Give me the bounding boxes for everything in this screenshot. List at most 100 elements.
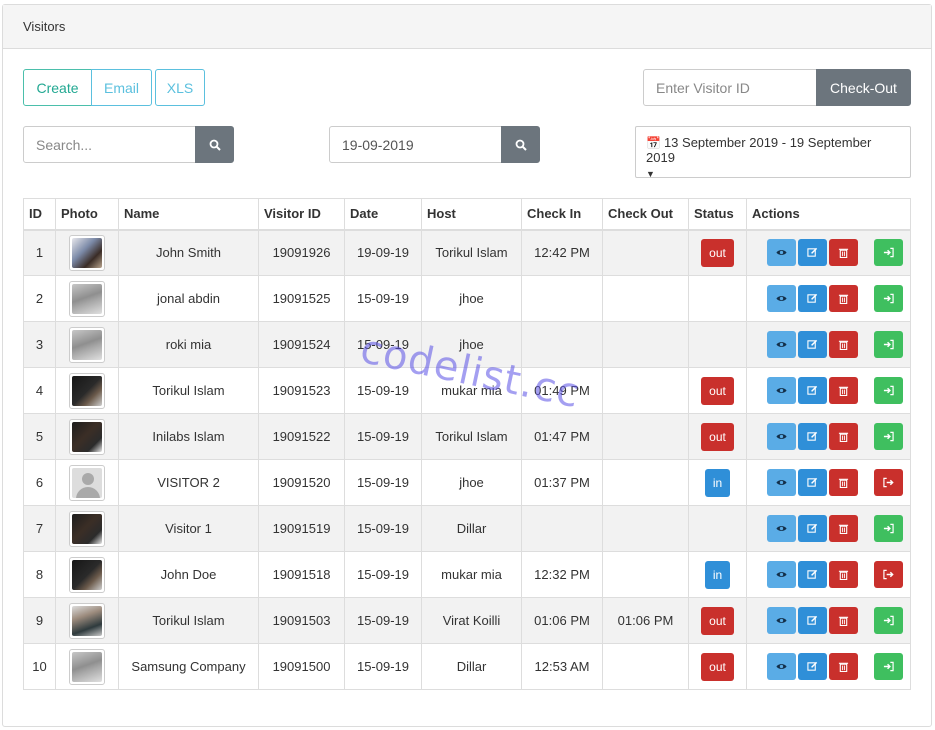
edit-button[interactable] <box>798 515 827 542</box>
edit-button[interactable] <box>798 607 827 634</box>
cell-actions <box>746 551 911 598</box>
cell-name: John Doe <box>118 551 259 598</box>
visitor-photo[interactable] <box>69 326 105 363</box>
delete-button[interactable] <box>829 377 858 404</box>
table-row: 5 Inilabs Islam 19091522 15-09-19 Torikul Is… <box>23 413 911 460</box>
edit-button[interactable] <box>798 377 827 404</box>
visitor-photo[interactable] <box>69 372 105 409</box>
cell-status <box>688 275 747 322</box>
delete-button[interactable] <box>829 607 858 634</box>
xls-button[interactable]: XLS <box>155 69 205 106</box>
eye-icon <box>776 293 787 304</box>
cell-photo <box>55 551 119 598</box>
cell-name: Torikul Islam <box>118 597 259 644</box>
delete-button[interactable] <box>829 239 858 267</box>
view-button[interactable] <box>767 653 796 680</box>
delete-button[interactable] <box>829 285 858 312</box>
edit-button[interactable] <box>798 423 827 450</box>
edit-button[interactable] <box>798 469 827 496</box>
date-search-button[interactable] <box>501 126 540 163</box>
trash-icon <box>838 339 849 350</box>
visitor-photo[interactable] <box>69 602 105 639</box>
check-in-action-button[interactable] <box>874 607 903 634</box>
trash-icon <box>838 477 849 488</box>
sign-out-icon <box>883 569 894 580</box>
view-button[interactable] <box>767 239 796 267</box>
check-in-action-button[interactable] <box>874 377 903 404</box>
cell-id: 10 <box>23 643 56 690</box>
cell-host: mukar mia <box>421 367 522 414</box>
delete-button[interactable] <box>829 331 858 358</box>
cell-date: 15-09-19 <box>344 275 422 322</box>
visitor-photo[interactable] <box>69 234 105 271</box>
view-button[interactable] <box>767 423 796 450</box>
view-button[interactable] <box>767 515 796 542</box>
visitor-photo[interactable] <box>69 280 105 317</box>
view-button[interactable] <box>767 469 796 496</box>
check-in-action-button[interactable] <box>874 515 903 542</box>
check-out-action-button[interactable] <box>874 469 903 496</box>
cell-visitor-id: 19091523 <box>258 367 345 414</box>
visitor-photo[interactable] <box>69 648 105 685</box>
edit-button[interactable] <box>798 561 827 588</box>
date-input[interactable]: 19-09-2019 <box>329 126 502 163</box>
view-button[interactable] <box>767 561 796 588</box>
check-in-action-button[interactable] <box>874 331 903 358</box>
cell-status: in <box>688 551 747 598</box>
view-button[interactable] <box>767 607 796 634</box>
status-badge: out <box>701 606 734 635</box>
check-out-button[interactable]: Check-Out <box>816 69 911 106</box>
search-placeholder: Search... <box>36 136 93 153</box>
photo-thumbnail <box>72 559 102 590</box>
eye-icon <box>776 615 787 626</box>
view-button[interactable] <box>767 285 796 312</box>
visitor-photo[interactable] <box>69 556 105 593</box>
edit-icon <box>807 661 818 672</box>
create-button[interactable]: Create <box>23 69 92 106</box>
trash-icon <box>838 523 849 534</box>
visitor-id-input[interactable]: Enter Visitor ID <box>643 69 817 106</box>
delete-button[interactable] <box>829 469 858 496</box>
cell-check-in: 01:37 PM <box>521 459 603 506</box>
view-button[interactable] <box>767 331 796 358</box>
check-in-action-button[interactable] <box>874 239 903 267</box>
cell-status <box>688 321 747 368</box>
trash-icon <box>838 293 849 304</box>
edit-button[interactable] <box>798 653 827 680</box>
col-check-in: Check In <box>521 198 603 231</box>
edit-button[interactable] <box>798 239 827 267</box>
email-button[interactable]: Email <box>91 69 152 106</box>
edit-button[interactable] <box>798 331 827 358</box>
delete-button[interactable] <box>829 653 858 680</box>
cell-id: 3 <box>23 321 56 368</box>
cell-name: Samsung Company <box>118 643 259 690</box>
cell-date: 15-09-19 <box>344 551 422 598</box>
cell-photo <box>55 643 119 690</box>
cell-actions <box>746 597 911 644</box>
cell-name: Torikul Islam <box>118 367 259 414</box>
delete-button[interactable] <box>829 561 858 588</box>
edit-button[interactable] <box>798 285 827 312</box>
check-in-action-button[interactable] <box>874 423 903 450</box>
check-in-action-button[interactable] <box>874 653 903 680</box>
cell-status: in <box>688 459 747 506</box>
visitor-photo[interactable] <box>69 510 105 547</box>
visitor-photo[interactable] <box>69 464 105 501</box>
check-out-action-button[interactable] <box>874 561 903 588</box>
cell-photo <box>55 275 119 322</box>
search-icon <box>515 139 527 151</box>
cell-actions <box>746 367 911 414</box>
cell-photo <box>55 459 119 506</box>
visitor-photo[interactable] <box>69 418 105 455</box>
delete-button[interactable] <box>829 423 858 450</box>
search-button[interactable] <box>195 126 234 163</box>
check-in-action-button[interactable] <box>874 285 903 312</box>
cell-host: Dillar <box>421 643 522 690</box>
delete-button[interactable] <box>829 515 858 542</box>
cell-photo <box>55 597 119 644</box>
date-range-picker[interactable]: 📅 13 September 2019 - 19 September 2019 ▼ <box>635 126 911 179</box>
table-row: 2 jonal abdin 19091525 15-09-19 jhoe <box>23 275 911 322</box>
view-button[interactable] <box>767 377 796 404</box>
photo-thumbnail <box>72 329 102 360</box>
search-input[interactable]: Search... <box>23 126 196 163</box>
